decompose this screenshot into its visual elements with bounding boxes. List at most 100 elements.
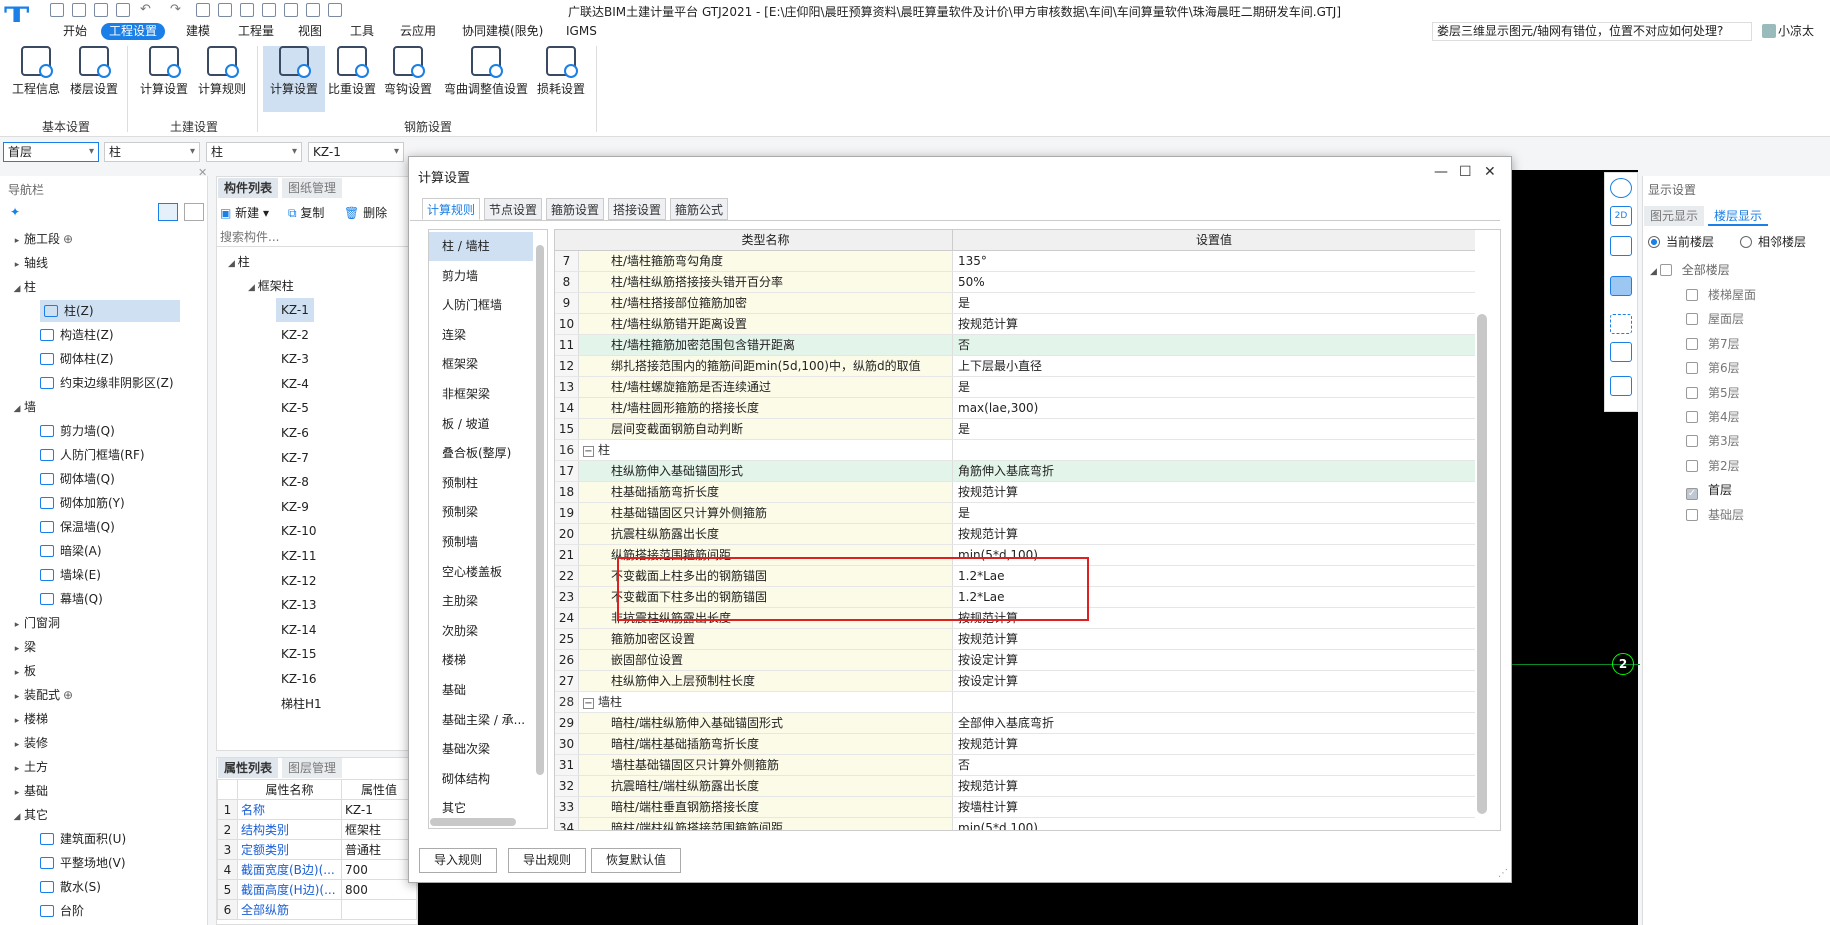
rule-category-item[interactable]: 预制墙 [429, 528, 533, 557]
rule-category-item[interactable]: 非框架梁 [429, 380, 533, 409]
setting-value[interactable]: 按设定计算 [953, 671, 1475, 691]
setting-value[interactable]: 按规范计算 [953, 734, 1475, 754]
property-row[interactable]: 2 结构类别 框架柱 [217, 819, 417, 840]
nav-item[interactable]: ▸ 土方 [0, 756, 200, 778]
menu-cloud[interactable]: 云应用 [392, 23, 444, 40]
cloud-icon[interactable] [218, 3, 232, 17]
menu-modeling[interactable]: 建模 [178, 23, 218, 40]
component-item[interactable]: KZ-1 [276, 298, 314, 322]
component-item[interactable]: KZ-9 [276, 495, 314, 519]
minimize-icon[interactable]: — [1434, 164, 1448, 180]
tab-lap-settings[interactable]: 搭接设置 [608, 198, 667, 220]
floor-checkbox[interactable]: 楼梯屋面 [1686, 283, 1756, 307]
rule-category-item[interactable]: 叠合板(整厚) [429, 439, 533, 468]
rule-category-item[interactable]: 人防门框墙 [429, 291, 533, 320]
tab-property-list[interactable]: 属性列表 [218, 758, 279, 778]
all-floors-checkbox[interactable]: ◢ 全部楼层 [1650, 258, 1730, 282]
component-item[interactable]: KZ-16 [276, 667, 321, 691]
restore-defaults-button[interactable]: 恢复默认值 [591, 848, 682, 873]
print-icon[interactable] [116, 3, 130, 17]
nav-item[interactable]: ▸ 门窗洞 [0, 612, 200, 634]
setting-value[interactable]: 135° [953, 251, 1475, 271]
setting-row[interactable]: 27 柱纵筋伸入上层预制柱长度 按设定计算 [555, 671, 1475, 692]
component-item[interactable]: KZ-8 [276, 470, 314, 494]
rule-category-item[interactable]: 框架梁 [429, 350, 533, 379]
setting-value[interactable] [953, 440, 1475, 460]
pin-icon[interactable]: ✦ [10, 205, 20, 219]
setting-row[interactable]: 26 嵌固部位设置 按设定计算 [555, 650, 1475, 671]
menu-igms[interactable]: IGMS [558, 23, 605, 40]
property-row[interactable]: 3 定额类别 普通柱 [217, 839, 417, 860]
menu-start[interactable]: 开始 [55, 23, 95, 40]
category-hscrollbar[interactable] [430, 818, 516, 826]
calc-rules-button[interactable]: 计算规则 [191, 46, 253, 100]
rule-category-item[interactable]: 预制梁 [429, 498, 533, 527]
rule-category-item[interactable]: 空心楼盖板 [429, 558, 533, 587]
setting-value[interactable]: 50% [953, 272, 1475, 292]
open-file-icon[interactable] [72, 3, 86, 17]
rule-category-item[interactable]: 柱 / 墙柱 [429, 232, 533, 261]
maximize-icon[interactable]: ☐ [1459, 164, 1472, 180]
tab-stirrup-formula[interactable]: 箍筋公式 [670, 198, 729, 220]
floor-checkbox[interactable]: 第4层 [1686, 405, 1740, 429]
setting-row[interactable]: 25 箍筋加密区设置 按规范计算 [555, 629, 1475, 650]
floor-checkbox[interactable]: 基础层 [1686, 503, 1744, 527]
resize-grip-icon[interactable]: ⋰ [1498, 868, 1508, 879]
floor-checkbox[interactable]: 第6层 [1686, 356, 1740, 380]
nav-item[interactable]: ▸ 基础 [0, 780, 200, 802]
view-icon[interactable] [328, 3, 342, 17]
rule-category-item[interactable]: 基础 [429, 676, 533, 705]
floor-checkbox[interactable]: 第5层 [1686, 381, 1740, 405]
category-scrollbar[interactable] [536, 245, 544, 775]
setting-row[interactable]: 14 柱/墙柱圆形箍筋的搭接长度 max(lae,300) [555, 398, 1475, 419]
setting-value[interactable]: 按规范计算 [953, 629, 1475, 649]
setting-value[interactable]: 按设定计算 [953, 650, 1475, 670]
setting-row[interactable]: 29 暗柱/端柱纵筋伸入基础锚固形式 全部伸入基底弯折 [555, 713, 1475, 734]
3d-box-icon[interactable] [1610, 276, 1632, 296]
setting-row[interactable]: 32 抗震暗柱/端柱纵筋露出长度 按规范计算 [555, 776, 1475, 797]
setting-row[interactable]: 12 绑扎搭接范围内的箍筋间距min(5d,100)中，纵筋d的取值 上下层最小直径 [555, 356, 1475, 377]
nav-item[interactable]: ▸ 板 [0, 660, 200, 682]
layer-icon[interactable] [306, 3, 320, 17]
nav-item[interactable]: 砌体柱(Z) [0, 348, 200, 370]
component-item[interactable]: KZ-15 [276, 642, 321, 666]
setting-row[interactable]: 16− 柱 [555, 440, 1475, 461]
civil-calc-settings-button[interactable]: 计算设置 [133, 46, 195, 100]
setting-row[interactable]: 17 柱纵筋伸入基础锚固形式 角筋伸入基底弯折 [555, 461, 1475, 482]
user-account[interactable]: 小凉太 [1762, 22, 1814, 39]
floor-checkbox[interactable]: 屋面层 [1686, 307, 1744, 331]
setting-value[interactable]: 是 [953, 419, 1475, 439]
nav-item[interactable]: ▸ 梁 [0, 636, 200, 658]
setting-value[interactable]: 按规范计算 [953, 314, 1475, 334]
floor-settings-button[interactable]: 楼层设置 [63, 46, 125, 100]
close-nav-icon[interactable]: ✕ [198, 166, 207, 179]
setting-value[interactable]: min(5*d,100) [953, 818, 1475, 830]
category-select[interactable]: 柱 [104, 142, 200, 162]
sum-icon[interactable] [196, 3, 210, 17]
component-item[interactable]: KZ-6 [276, 421, 314, 445]
setting-value[interactable]: max(lae,300) [953, 398, 1475, 418]
menu-project-settings[interactable]: 工程设置 [101, 23, 166, 40]
nav-item[interactable]: ◢ 墙 [0, 396, 200, 418]
setting-row[interactable]: 30 暗柱/端柱基础插筋弯折长度 按规范计算 [555, 734, 1475, 755]
property-value[interactable] [341, 899, 417, 920]
nav-item[interactable]: 剪力墙(Q) [0, 420, 200, 442]
nav-item[interactable]: ◢ 其它 [0, 804, 200, 826]
setting-row[interactable]: 28− 墙柱 [555, 692, 1475, 713]
component-item[interactable]: KZ-14 [276, 618, 321, 642]
setting-value[interactable]: 是 [953, 377, 1475, 397]
nav-item[interactable]: 构造柱(Z) [0, 324, 200, 346]
rebar-calc-settings-button[interactable]: 计算设置 [263, 46, 325, 112]
rule-category-item[interactable]: 板 / 坡道 [429, 410, 533, 439]
floor-checkbox[interactable]: 第7层 [1686, 332, 1740, 356]
component-item[interactable]: KZ-5 [276, 396, 314, 420]
nav-item[interactable]: 约束边缘非阴影区(Z) [0, 372, 200, 394]
bend-adjust-button[interactable]: 弯曲调整值设置 [436, 46, 536, 100]
setting-value[interactable]: 按墙柱计算 [953, 797, 1475, 817]
floor-checkbox[interactable]: 第3层 [1686, 429, 1740, 453]
floor-checkbox[interactable]: 第2层 [1686, 454, 1740, 478]
nav-item[interactable]: ▸ 楼梯 [0, 708, 200, 730]
radio-adjacent-floor[interactable]: 相邻楼层 [1740, 233, 1806, 250]
nav-item[interactable]: ▸ 轴线 [0, 252, 200, 274]
grid-scrollbar[interactable] [1477, 314, 1487, 814]
